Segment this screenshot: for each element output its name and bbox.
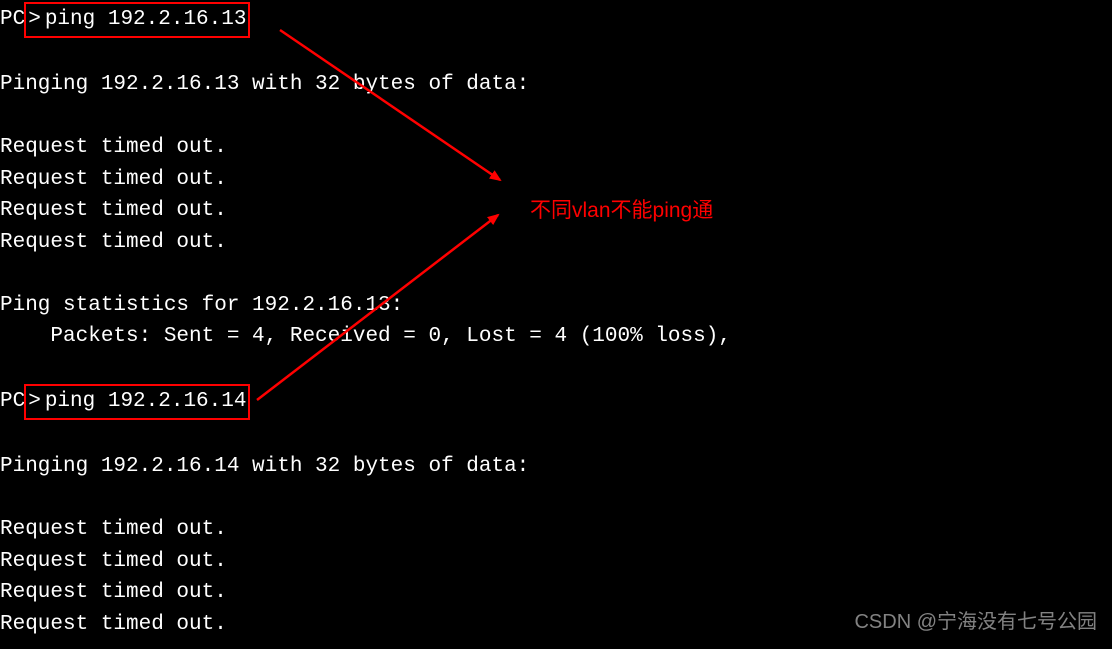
command-1: ping 192.2.16.13 [43, 8, 249, 31]
stats-header-1: Ping statistics for 192.2.16.13: [0, 290, 1112, 322]
prompt-line-2: PC>ping 192.2.16.14 [0, 384, 1112, 420]
blank-line [0, 258, 1112, 290]
pinging-header-2: Pinging 192.2.16.14 with 32 bytes of dat… [0, 451, 1112, 483]
prompt-prefix: PC [0, 8, 25, 31]
blank-line [0, 483, 1112, 515]
blank-line [0, 101, 1112, 133]
pinging-header-1: Pinging 192.2.16.13 with 32 bytes of dat… [0, 69, 1112, 101]
terminal-output: PC>ping 192.2.16.13 Pinging 192.2.16.13 … [0, 2, 1112, 640]
watermark: CSDN @宁海没有七号公园 [854, 607, 1097, 637]
prompt-line-1: PC>ping 192.2.16.13 [0, 2, 1112, 38]
timeout-line: Request timed out. [0, 164, 1112, 196]
stats-detail-1: Packets: Sent = 4, Received = 0, Lost = … [0, 321, 1112, 353]
blank-line [0, 38, 1112, 70]
command-highlight-2: >ping 192.2.16.14 [24, 384, 250, 420]
blank-line [0, 420, 1112, 452]
prompt-prefix: PC [0, 390, 25, 413]
blank-line [0, 353, 1112, 385]
timeout-line: Request timed out. [0, 514, 1112, 546]
command-2: ping 192.2.16.14 [43, 390, 249, 413]
timeout-line: Request timed out. [0, 546, 1112, 578]
annotation-text: 不同vlan不能ping通 [530, 195, 713, 227]
timeout-line: Request timed out. [0, 227, 1112, 259]
timeout-line: Request timed out. [0, 577, 1112, 609]
command-highlight-1: >ping 192.2.16.13 [24, 2, 250, 38]
timeout-line: Request timed out. [0, 132, 1112, 164]
